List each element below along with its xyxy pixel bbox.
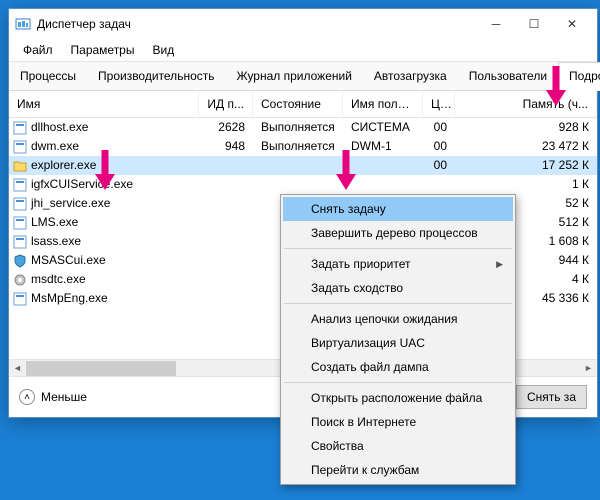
scroll-right-button[interactable]: ► — [580, 360, 597, 377]
process-icon — [13, 254, 27, 268]
process-icon — [13, 140, 27, 154]
col-pid[interactable]: ИД п... — [199, 91, 253, 117]
table-row[interactable]: explorer.exe 0017 252 К — [9, 156, 597, 175]
scroll-left-button[interactable]: ◄ — [9, 360, 26, 377]
col-mem[interactable]: Память (ч... — [455, 91, 597, 117]
process-name: MSASCui.exe — [31, 251, 106, 270]
chevron-up-icon: ˄ — [19, 389, 35, 405]
tab-users[interactable]: Пользователи — [458, 62, 558, 90]
process-icon — [13, 197, 27, 211]
cell-pid — [199, 289, 253, 308]
cell-user — [343, 175, 423, 194]
end-task-button[interactable]: Снять за — [516, 385, 587, 409]
window-title: Диспетчер задач — [37, 17, 477, 31]
table-row[interactable]: dllhost.exe 2628ВыполняетсяСИСТЕМА00928 К — [9, 118, 597, 137]
close-button[interactable]: ✕ — [553, 10, 591, 38]
ctx-priority[interactable]: Задать приоритет▶ — [283, 252, 513, 276]
context-menu: Снять задачу Завершить дерево процессов … — [280, 194, 516, 485]
ctx-services[interactable]: Перейти к службам — [283, 458, 513, 482]
grid-header: Имя ИД п... Состояние Имя польз... ЦП Па… — [9, 91, 597, 118]
ctx-end-task[interactable]: Снять задачу — [283, 197, 513, 221]
process-name: dllhost.exe — [31, 118, 88, 137]
process-icon — [13, 292, 27, 306]
cell-state — [253, 175, 343, 194]
chevron-right-icon: ▶ — [496, 259, 503, 270]
menu-view[interactable]: Вид — [144, 41, 182, 59]
menubar: Файл Параметры Вид — [9, 39, 597, 62]
minimize-button[interactable]: ─ — [477, 10, 515, 38]
cell-pid: 948 — [199, 137, 253, 156]
table-row[interactable]: dwm.exe 948ВыполняетсяDWM-10023 472 К — [9, 137, 597, 156]
cell-pid — [199, 175, 253, 194]
fewer-label: Меньше — [41, 390, 87, 404]
process-icon — [13, 178, 27, 192]
cell-pid — [199, 156, 253, 175]
tab-app-history[interactable]: Журнал приложений — [226, 62, 363, 90]
tab-processes[interactable]: Процессы — [9, 62, 87, 90]
table-row[interactable]: igfxCUIService.exe 1 К — [9, 175, 597, 194]
titlebar[interactable]: Диспетчер задач ─ ☐ ✕ — [9, 9, 597, 39]
cell-state — [253, 156, 343, 175]
cell-cpu: 00 — [423, 137, 455, 156]
cell-mem: 928 К — [455, 118, 597, 137]
cell-user: DWM-1 — [343, 137, 423, 156]
scroll-thumb[interactable] — [26, 361, 176, 376]
process-name: explorer.exe — [31, 156, 96, 175]
app-icon — [15, 16, 31, 32]
ctx-open-location[interactable]: Открыть расположение файла — [283, 386, 513, 410]
process-icon — [13, 216, 27, 230]
ctx-sep — [284, 248, 512, 249]
process-icon — [13, 273, 27, 287]
window-controls: ─ ☐ ✕ — [477, 10, 591, 38]
ctx-search[interactable]: Поиск в Интернете — [283, 410, 513, 434]
cell-state: Выполняется — [253, 118, 343, 137]
cell-state: Выполняется — [253, 137, 343, 156]
fewer-details-button[interactable]: ˄ Меньше — [19, 389, 87, 405]
process-name: LMS.exe — [31, 213, 78, 232]
ctx-end-tree[interactable]: Завершить дерево процессов — [283, 221, 513, 245]
ctx-uac[interactable]: Виртуализация UAC — [283, 331, 513, 355]
process-name: igfxCUIService.exe — [31, 175, 133, 194]
cell-user: СИСТЕМА — [343, 118, 423, 137]
ctx-sep — [284, 303, 512, 304]
maximize-button[interactable]: ☐ — [515, 10, 553, 38]
cell-cpu: 00 — [423, 156, 455, 175]
cell-pid — [199, 232, 253, 251]
cell-mem: 1 К — [455, 175, 597, 194]
process-name: jhi_service.exe — [31, 194, 110, 213]
cell-user — [343, 156, 423, 175]
col-state[interactable]: Состояние — [253, 91, 343, 117]
tab-startup[interactable]: Автозагрузка — [363, 62, 458, 90]
ctx-affinity[interactable]: Задать сходство — [283, 276, 513, 300]
col-user[interactable]: Имя польз... — [343, 91, 423, 117]
process-name: msdtc.exe — [31, 270, 86, 289]
process-name: MsMpEng.exe — [31, 289, 108, 308]
tab-performance[interactable]: Производительность — [87, 62, 225, 90]
process-icon — [13, 235, 27, 249]
tab-details[interactable]: Подробности — [558, 62, 600, 91]
ctx-sep — [284, 382, 512, 383]
cell-pid: 2628 — [199, 118, 253, 137]
cell-cpu: 00 — [423, 118, 455, 137]
cell-pid — [199, 213, 253, 232]
ctx-dump[interactable]: Создать файл дампа — [283, 355, 513, 379]
col-cpu[interactable]: ЦП — [423, 91, 455, 117]
cell-pid — [199, 251, 253, 270]
cell-mem: 17 252 К — [455, 156, 597, 175]
cell-pid — [199, 194, 253, 213]
menu-options[interactable]: Параметры — [63, 41, 143, 59]
tabbar: Процессы Производительность Журнал прило… — [9, 62, 597, 91]
menu-file[interactable]: Файл — [15, 41, 61, 59]
ctx-wait-chain[interactable]: Анализ цепочки ожидания — [283, 307, 513, 331]
cell-pid — [199, 270, 253, 289]
process-icon — [13, 159, 27, 173]
col-name[interactable]: Имя — [9, 91, 199, 117]
process-name: lsass.exe — [31, 232, 81, 251]
cell-cpu — [423, 175, 455, 194]
ctx-properties[interactable]: Свойства — [283, 434, 513, 458]
process-icon — [13, 121, 27, 135]
process-name: dwm.exe — [31, 137, 79, 156]
cell-mem: 23 472 К — [455, 137, 597, 156]
